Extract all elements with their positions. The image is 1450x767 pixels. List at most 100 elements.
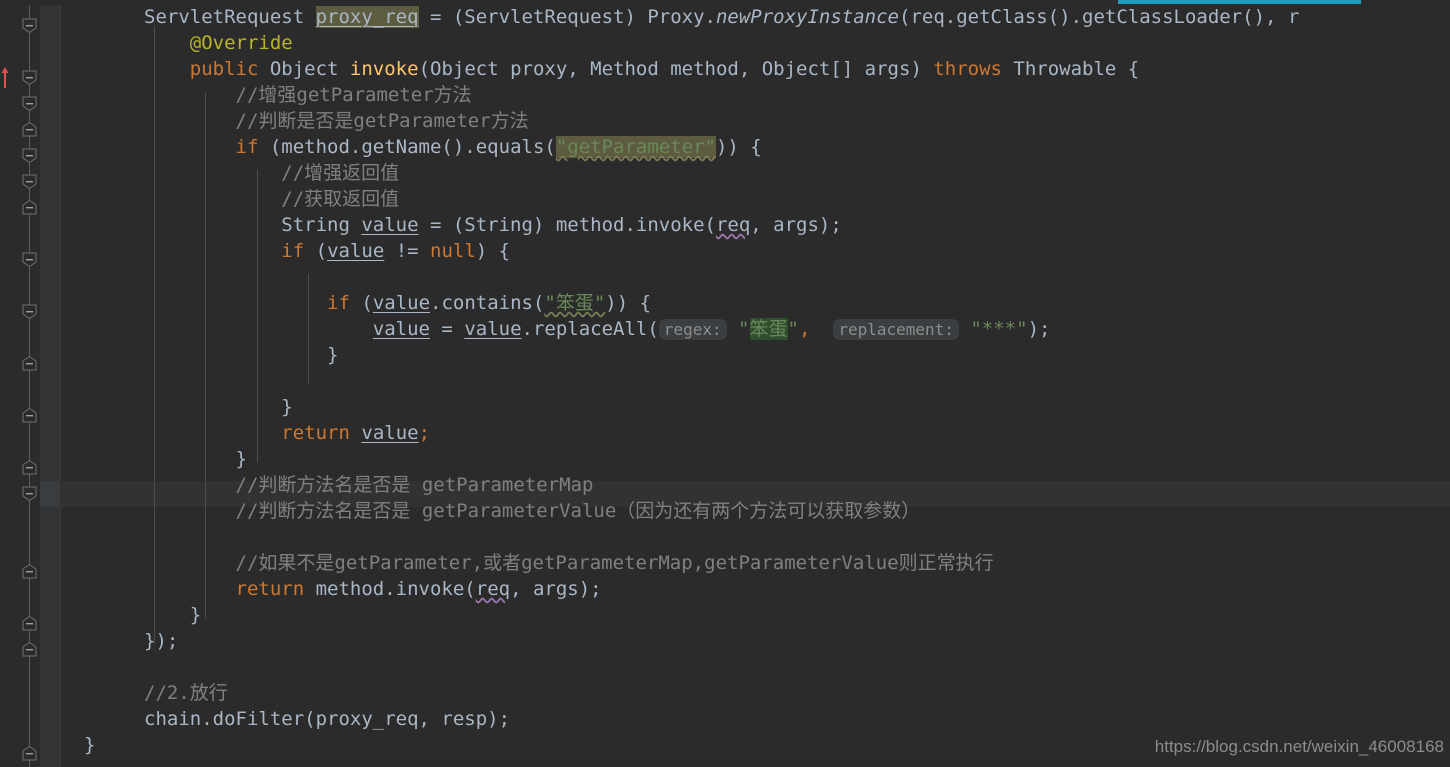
fold-marker-end-icon[interactable] <box>22 174 37 189</box>
code-token: "getParameter" <box>555 136 716 158</box>
code-token: proxy_req <box>315 6 419 28</box>
fold-marker-start-icon[interactable] <box>22 616 37 631</box>
code-token: ; <box>418 422 431 444</box>
code-token: //判断方法名是否是 getParameterValue（因为还有两个方法可以获… <box>235 500 921 522</box>
code-line[interactable]: @Override <box>144 30 293 56</box>
code-editor-window: ServletRequest proxy_req = (ServletReque… <box>0 0 1450 767</box>
code-line[interactable]: //判断是否是getParameter方法 <box>144 108 529 134</box>
code-token: return <box>235 578 305 600</box>
code-line[interactable]: String value = (String) method.invoke(re… <box>144 212 842 238</box>
code-line[interactable]: } <box>144 602 201 628</box>
code-token: }); <box>144 630 179 652</box>
code-token: Throwable { <box>1001 58 1140 80</box>
code-line[interactable]: if (value.contains("笨蛋")) { <box>144 290 651 316</box>
code-token: )) { <box>605 292 652 314</box>
code-token: value <box>372 292 431 314</box>
fold-marker-start-icon[interactable] <box>22 408 37 423</box>
code-token: Object <box>258 58 350 80</box>
code-line[interactable]: } <box>144 446 247 472</box>
fold-marker-start-icon[interactable] <box>22 746 37 761</box>
code-token: chain.doFilter(proxy_req, resp); <box>144 708 511 730</box>
code-token: //增强getParameter方法 <box>235 84 472 106</box>
code-token: value <box>327 240 385 262</box>
fold-marker-end-icon[interactable] <box>22 304 37 319</box>
fold-marker-end-icon[interactable] <box>22 96 37 111</box>
code-line[interactable]: //获取返回值 <box>144 186 399 212</box>
code-token: //2.放行 <box>144 682 228 704</box>
run-arrow-icon[interactable] <box>0 66 12 88</box>
code-token: (req.getClass().getClassLoader(), <box>899 6 1288 28</box>
code-token: } <box>144 604 202 626</box>
code-token: } <box>144 344 339 366</box>
horizontal-scrollbar-track[interactable] <box>0 0 1450 5</box>
code-text-area[interactable]: ServletRequest proxy_req = (ServletReque… <box>60 0 1450 767</box>
code-token: } <box>144 448 247 470</box>
code-token: ServletRequest <box>144 6 316 28</box>
code-token: = <box>429 318 465 340</box>
code-token: "笨蛋" <box>544 292 606 314</box>
fold-marker-end-icon[interactable] <box>22 18 37 33</box>
code-line[interactable]: if (value != null) { <box>144 238 510 264</box>
code-line[interactable]: public Object invoke(Object proxy, Metho… <box>144 56 1139 82</box>
code-line[interactable]: } <box>144 394 293 420</box>
fold-marker-start-icon[interactable] <box>22 200 37 215</box>
code-token: if <box>281 240 305 262</box>
code-line[interactable]: return value; <box>144 420 430 446</box>
code-line[interactable]: }); <box>144 628 178 654</box>
code-line[interactable]: //2.放行 <box>144 680 228 706</box>
fold-marker-start-icon[interactable] <box>22 642 37 657</box>
code-line[interactable]: //增强返回值 <box>144 160 399 186</box>
code-token: newProxyInstance <box>715 6 899 28</box>
code-token: value <box>372 318 430 340</box>
code-token: " <box>738 318 750 340</box>
current-line-gutter-highlight <box>40 481 60 507</box>
fold-marker-end-icon[interactable] <box>22 486 37 501</box>
horizontal-scrollbar-thumb[interactable] <box>1118 0 1361 4</box>
code-token: String <box>144 214 362 236</box>
code-token: value <box>361 214 419 236</box>
parameter-hint: replacement: <box>833 319 959 340</box>
code-token: } <box>144 396 293 418</box>
fold-marker-start-icon[interactable] <box>22 460 37 475</box>
code-token: throws <box>933 58 1002 80</box>
code-line[interactable]: } <box>144 342 338 368</box>
fold-marker-start-icon[interactable] <box>22 122 37 137</box>
code-line[interactable]: //判断方法名是否是 getParameterValue（因为还有两个方法可以获… <box>144 498 921 524</box>
code-token: " <box>787 318 799 340</box>
code-line[interactable]: return method.invoke(req, args); <box>144 576 602 602</box>
code-line[interactable]: chain.doFilter(proxy_req, resp); <box>144 706 510 732</box>
code-line[interactable]: //如果不是getParameter,或者getParameterMap,get… <box>144 550 994 576</box>
code-line[interactable]: if (method.getName().equals("getParamete… <box>144 134 762 160</box>
code-line[interactable]: //判断方法名是否是 getParameterMap <box>144 472 594 498</box>
code-line[interactable]: value = value.replaceAll(regex: "笨蛋", re… <box>144 316 1050 342</box>
code-token: , args); <box>750 214 842 236</box>
code-token: )) { <box>715 136 762 158</box>
code-line[interactable]: ServletRequest proxy_req = (ServletReque… <box>144 4 1299 30</box>
code-line[interactable]: //增强getParameter方法 <box>144 82 472 108</box>
code-token: 笨蛋 <box>749 318 788 340</box>
code-token: = (String) method.invoke( <box>418 214 716 236</box>
code-token: .contains( <box>430 292 545 314</box>
code-token: invoke <box>349 58 419 80</box>
parameter-hint: regex: <box>658 319 727 340</box>
fold-marker-start-icon[interactable] <box>22 564 37 579</box>
fold-marker-end-icon[interactable] <box>22 148 37 163</box>
code-token: @Override <box>189 32 293 54</box>
code-token: value <box>361 422 419 444</box>
fold-marker-end-icon[interactable] <box>22 70 37 85</box>
fold-marker-end-icon[interactable] <box>22 252 37 267</box>
fold-marker-start-icon[interactable] <box>22 356 37 371</box>
code-line[interactable]: } <box>84 732 95 758</box>
